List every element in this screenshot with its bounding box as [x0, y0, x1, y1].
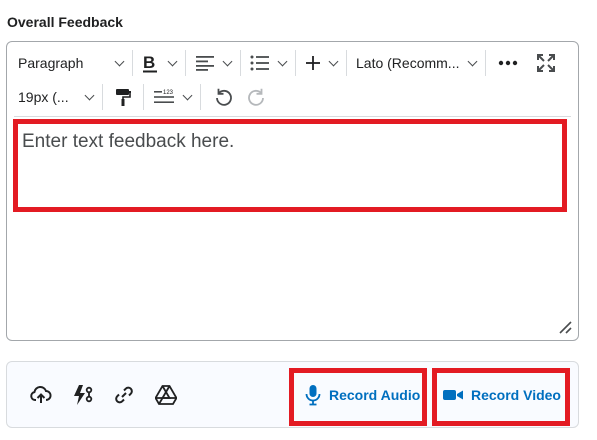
chevron-down-icon [277, 56, 288, 66]
toolbar-separator [485, 50, 486, 76]
chevron-down-icon [84, 90, 95, 100]
alignment-dropdown[interactable] [191, 49, 235, 77]
editor-toolbar-row-2: 19px (... 123 [7, 80, 274, 114]
fullscreen-button[interactable] [529, 49, 563, 77]
text-area-highlight [13, 119, 567, 212]
toolbar-separator [295, 50, 296, 76]
svg-text:B: B [143, 53, 155, 72]
toolbar-separator [132, 50, 133, 76]
upload-cloud-icon[interactable] [30, 384, 52, 406]
chevron-down-icon [182, 90, 193, 100]
toolbar-divider [14, 116, 571, 117]
align-left-icon [195, 55, 215, 71]
list-dropdown[interactable] [246, 49, 290, 77]
bold-dropdown[interactable]: B [138, 49, 180, 77]
quicklink-icon[interactable] [72, 384, 94, 406]
font-size-value: 19px (... [18, 89, 69, 105]
format-painter-icon [114, 87, 132, 107]
bold-icon: B [142, 53, 160, 73]
overall-feedback-label: Overall Feedback [7, 14, 123, 30]
more-button[interactable] [491, 49, 525, 77]
font-size-dropdown[interactable]: 19px (... [14, 83, 97, 111]
toolbar-separator [200, 84, 201, 110]
link-icon[interactable] [113, 384, 135, 406]
undo-button[interactable] [206, 83, 240, 111]
undo-icon [213, 87, 233, 107]
toolbar-separator [346, 50, 347, 76]
toolbar-separator [102, 84, 103, 110]
editor-toolbar-row-1: Paragraph B Lato (Recomm... [7, 46, 563, 80]
record-audio-highlight [289, 368, 427, 426]
chevron-down-icon [467, 56, 478, 66]
record-video-highlight [432, 368, 570, 426]
line-spacing-icon: 123 [153, 89, 175, 105]
fullscreen-icon [536, 53, 556, 73]
line-spacing-dropdown[interactable]: 123 [149, 83, 195, 111]
insert-plus-icon [305, 55, 321, 71]
chevron-down-icon [328, 56, 339, 66]
format-painter-button[interactable] [108, 83, 138, 111]
chevron-down-icon [167, 56, 178, 66]
font-family-dropdown[interactable]: Lato (Recomm... [352, 49, 480, 77]
insert-dropdown[interactable] [301, 49, 341, 77]
toolbar-separator [143, 84, 144, 110]
font-family-value: Lato (Recomm... [356, 55, 460, 71]
toolbar-separator [185, 50, 186, 76]
chevron-down-icon [222, 56, 233, 66]
redo-icon [247, 87, 267, 107]
bullet-list-icon [250, 55, 270, 71]
svg-text:123: 123 [163, 90, 174, 96]
paragraph-format-dropdown[interactable]: Paragraph [14, 49, 127, 77]
google-drive-icon[interactable] [154, 384, 178, 406]
chevron-down-icon [114, 56, 125, 66]
toolbar-separator [240, 50, 241, 76]
paragraph-format-value: Paragraph [18, 55, 84, 71]
more-icon [498, 60, 518, 66]
redo-button[interactable] [240, 83, 274, 111]
resize-handle-icon[interactable] [558, 320, 572, 334]
